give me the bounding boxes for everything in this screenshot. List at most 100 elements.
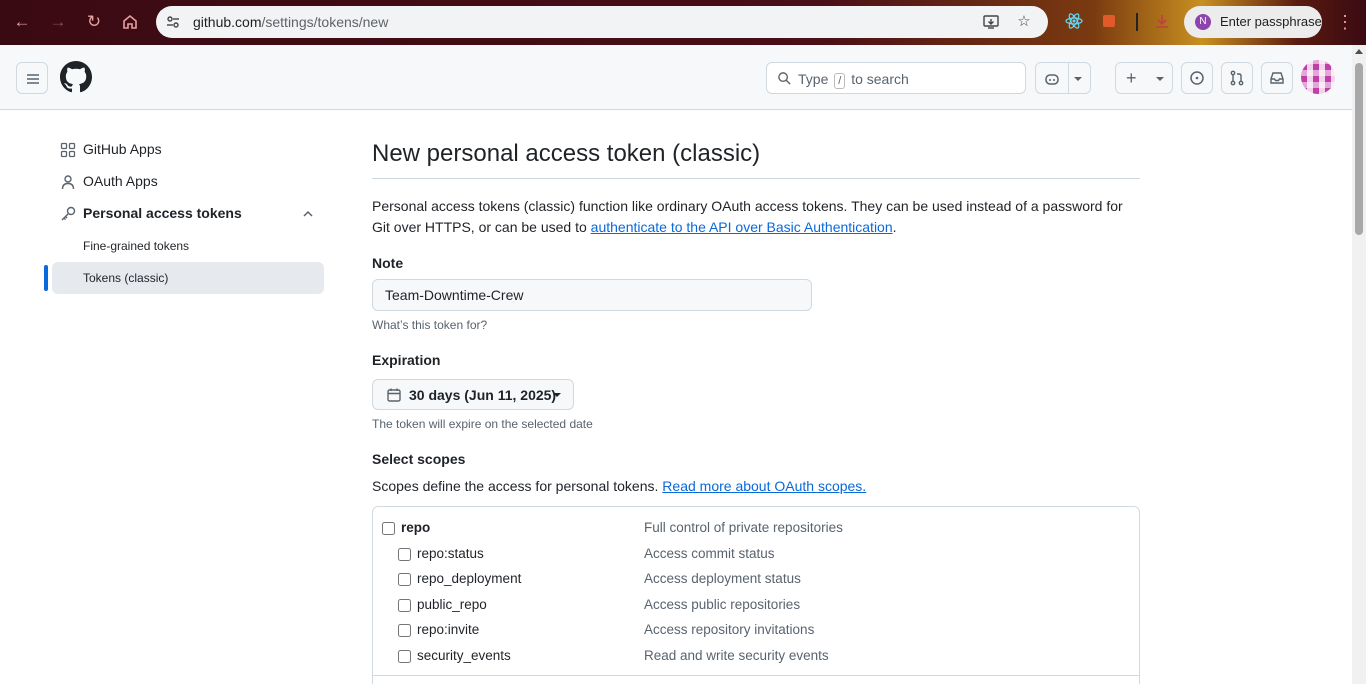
sidebar-item-label: GitHub Apps (83, 141, 162, 157)
person-icon (61, 175, 75, 190)
profile-avatar-icon: N (1195, 14, 1211, 30)
expiration-hint: The token will expire on the selected da… (372, 417, 593, 431)
scope-name: security_events (417, 648, 511, 663)
scope-name: repo:invite (417, 622, 480, 637)
key-icon (61, 206, 76, 221)
copilot-caret-icon[interactable] (1074, 77, 1082, 81)
scopes-desc-text: Scopes define the access for personal to… (372, 478, 659, 494)
react-devtools-icon[interactable] (1065, 12, 1083, 30)
scope-row-public-repo: public_repo Access public repositories (373, 594, 1139, 618)
search-icon (778, 72, 791, 85)
scope-checkbox-repo[interactable] (382, 522, 395, 535)
forward-arrow-icon[interactable]: → (46, 10, 70, 34)
copilot-divider (1068, 63, 1069, 93)
active-indicator (44, 265, 48, 291)
scope-description: Read and write security events (644, 648, 829, 663)
note-label: Note (372, 255, 404, 271)
oauth-scopes-link[interactable]: Read more about OAuth scopes. (662, 478, 866, 494)
download-icon[interactable] (1153, 12, 1171, 30)
user-avatar[interactable] (1301, 60, 1335, 94)
basic-auth-link[interactable]: authenticate to the API over Basic Authe… (591, 219, 893, 235)
scope-name: repo_deployment (417, 571, 522, 586)
scope-checkbox-repo-invite[interactable] (398, 624, 411, 637)
scopes-description: Scopes define the access for personal to… (372, 478, 866, 494)
scrollbar-thumb[interactable] (1355, 63, 1363, 235)
url-path: /settings/tokens/new (261, 14, 389, 30)
browser-toolbar: ← → ↻ github.com/settings/tokens/new ☆ N… (0, 0, 1366, 45)
scope-row-repo-invite: repo:invite Access repository invitation… (373, 619, 1139, 643)
url-text: github.com/settings/tokens/new (193, 14, 388, 30)
scope-group-divider (373, 675, 1139, 676)
sidebar-item-github-apps[interactable]: GitHub Apps (52, 134, 324, 166)
scope-name: public_repo (417, 597, 487, 612)
scope-checkbox-repo-status[interactable] (398, 548, 411, 561)
sidebar-item-label: Personal access tokens (83, 205, 242, 221)
hamburger-icon (27, 74, 39, 84)
toolbar-divider (1136, 13, 1138, 31)
sidebar-item-personal-access-tokens[interactable]: Personal access tokens (52, 198, 324, 230)
copilot-icon (1045, 74, 1059, 85)
sidebar-item-fine-grained-tokens[interactable]: Fine-grained tokens (52, 230, 324, 262)
expiration-label: Expiration (372, 352, 441, 368)
scope-row-repo-deployment: repo_deployment Access deployment status (373, 568, 1139, 592)
scopes-label: Select scopes (372, 451, 466, 467)
sidebar-item-label: Fine-grained tokens (83, 239, 190, 253)
pull-request-icon (1230, 70, 1244, 86)
install-app-icon[interactable] (982, 13, 1000, 31)
home-icon[interactable] (118, 10, 142, 34)
scope-checkbox-security-events[interactable] (398, 650, 411, 663)
apps-grid-icon (60, 142, 76, 158)
sidebar-item-oauth-apps[interactable]: OAuth Apps (52, 166, 324, 198)
browser-menu-icon[interactable]: ⋮ (1336, 12, 1354, 32)
scope-name: repo:status (417, 546, 484, 561)
scope-description: Access repository invitations (644, 622, 815, 637)
intro-paragraph: Personal access tokens (classic) functio… (372, 196, 1142, 238)
sidebar-item-label: OAuth Apps (83, 173, 158, 189)
github-header: Type / to search + (0, 45, 1366, 110)
expiration-select[interactable]: 30 days (Jun 11, 2025) (372, 379, 574, 410)
profile-button[interactable]: N Enter passphrase (1184, 6, 1322, 38)
page-scrollbar[interactable] (1352, 45, 1366, 684)
calendar-icon (387, 388, 401, 402)
scope-row-security-events: security_events Read and write security … (373, 645, 1139, 669)
bookmark-star-icon[interactable]: ☆ (1015, 13, 1033, 31)
github-logo-icon[interactable] (60, 61, 92, 93)
scope-description: Access commit status (644, 546, 775, 561)
inbox-button[interactable] (1261, 62, 1293, 94)
note-field[interactable] (372, 279, 812, 311)
page-title: New personal access token (classic) (372, 140, 761, 167)
search-shortcut-key: / (834, 73, 846, 89)
scope-description: Full control of private repositories (644, 520, 843, 535)
address-bar[interactable]: github.com/settings/tokens/new ☆ (156, 6, 1048, 38)
search-placeholder-post: to search (851, 71, 909, 87)
intro-end: . (892, 219, 897, 235)
expiration-value: 30 days (Jun 11, 2025) (409, 387, 557, 403)
back-arrow-icon[interactable]: ← (10, 10, 34, 34)
scope-row-repo: repo Full control of private repositorie… (373, 517, 1139, 541)
sidebar-item-label: Tokens (classic) (83, 271, 169, 285)
url-host: github.com (193, 14, 262, 30)
chevron-up-icon[interactable] (302, 209, 314, 219)
search-input[interactable]: Type / to search (766, 62, 1026, 94)
hamburger-menu-button[interactable] (16, 62, 48, 94)
pull-requests-button[interactable] (1221, 62, 1253, 94)
inbox-icon (1270, 72, 1284, 84)
triangle-down-icon (553, 393, 561, 397)
create-new-button[interactable]: + (1115, 62, 1173, 94)
issues-button[interactable] (1181, 62, 1213, 94)
reload-icon[interactable]: ↻ (82, 10, 106, 34)
issue-opened-icon (1190, 71, 1204, 85)
scroll-up-icon[interactable] (1355, 49, 1363, 54)
scope-checkbox-repo-deployment[interactable] (398, 573, 411, 586)
copilot-button[interactable] (1035, 62, 1091, 94)
extension-icon[interactable] (1100, 12, 1118, 30)
search-placeholder-pre: Type (798, 71, 829, 87)
scope-name: repo (401, 520, 431, 535)
scope-description: Access public repositories (644, 597, 801, 612)
profile-label: Enter passphrase (1220, 14, 1322, 29)
title-divider (372, 178, 1140, 179)
scope-checkbox-public-repo[interactable] (398, 599, 411, 612)
sidebar-item-tokens-classic[interactable]: Tokens (classic) (52, 262, 324, 294)
chevron-down-icon (1156, 77, 1164, 81)
site-settings-icon[interactable] (165, 14, 181, 30)
